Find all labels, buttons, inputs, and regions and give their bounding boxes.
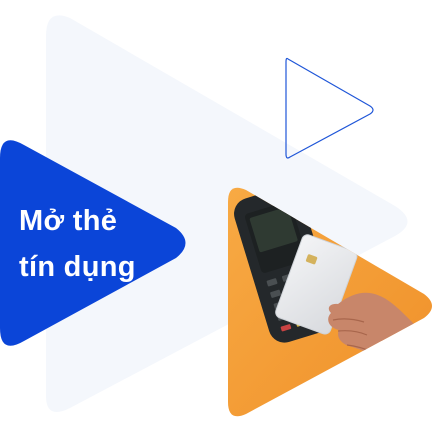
credit-card-promo-banner: Mở thẻ tín dụng xyxy=(0,0,434,427)
promo-title-line-2: tín dụng xyxy=(19,251,136,283)
promo-title: Mở thẻ tín dụng xyxy=(19,198,136,290)
promo-title-line-1: Mở thẻ xyxy=(19,205,118,237)
